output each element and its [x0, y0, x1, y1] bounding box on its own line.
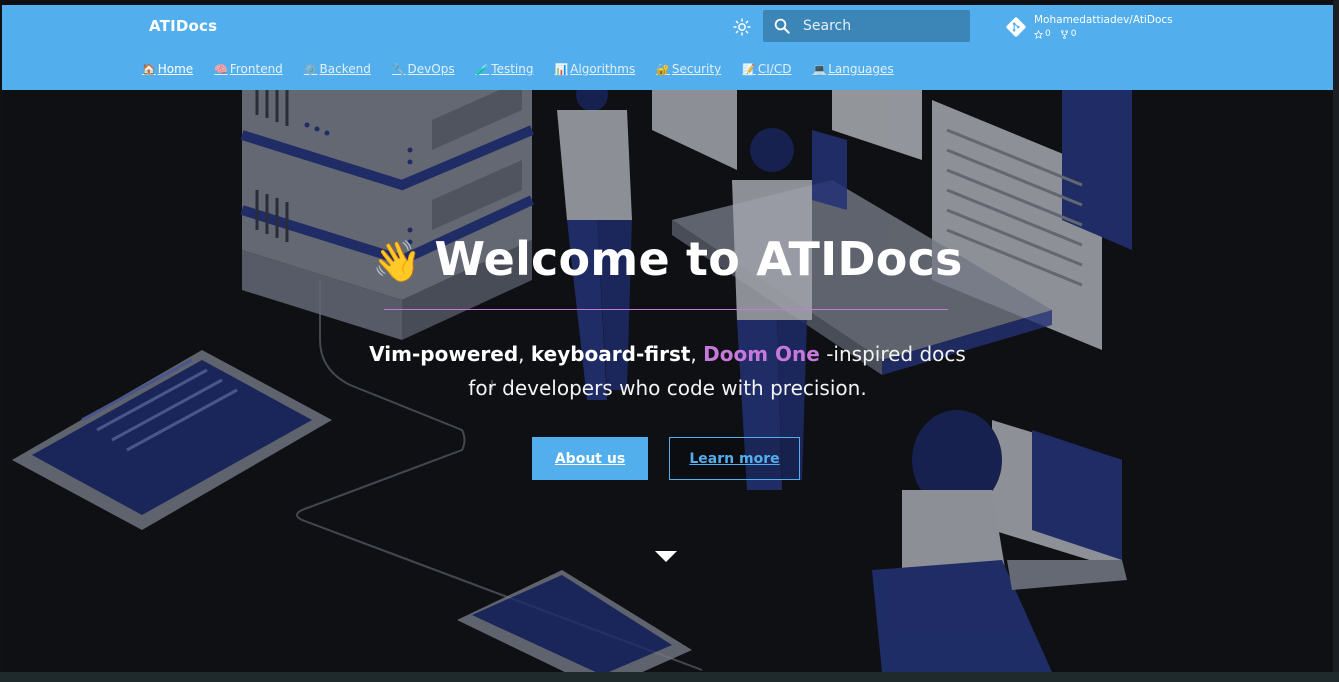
repo-stars: 0: [1034, 28, 1051, 40]
tagline-vim: Vim-powered: [369, 342, 519, 366]
bar-chart-icon: 📊: [554, 63, 569, 76]
tab-devops[interactable]: 🔧 DevOps: [392, 62, 455, 80]
waving-hand-icon: 👋: [372, 239, 423, 285]
tab-security[interactable]: 🔐 Security: [656, 62, 721, 80]
gear-icon: ⚙️: [303, 63, 318, 76]
fork-icon: [1060, 29, 1068, 39]
learn-more-button[interactable]: Learn more: [669, 437, 800, 480]
tab-label: Languages: [828, 62, 894, 76]
theme-toggle-button[interactable]: [731, 16, 753, 38]
hero-tagline: Vim-powered, keyboard-first, Doom One -i…: [2, 337, 1333, 405]
lock-icon: 🔐: [656, 63, 670, 76]
repo-stars-count: 0: [1045, 29, 1051, 39]
repo-name: Mohamedattiadev/AtiDocs: [1034, 14, 1173, 26]
tab-algorithms[interactable]: 📊 Algorithms: [554, 62, 635, 80]
test-tube-icon: 🧪: [475, 63, 490, 76]
tagline-doom-one: Doom One: [703, 342, 820, 366]
tab-label: Security: [671, 62, 722, 76]
sun-icon: [733, 18, 751, 36]
title-divider: [384, 309, 948, 310]
tagline-sep: ,: [518, 342, 531, 366]
tagline-sep: ,: [690, 342, 704, 366]
section-tabs: 🏠 Home 🧠 Frontend ⚙️ Backend 🔧 DevOps 🧪 Testi…: [142, 62, 894, 80]
site-title[interactable]: ATIDocs: [149, 17, 217, 35]
repo-forks-count: 0: [1070, 29, 1077, 39]
repo-forks: 0: [1060, 28, 1077, 40]
tab-label: CI/CD: [757, 62, 792, 76]
search-input[interactable]: [801, 17, 961, 35]
tagline-inspired: -inspired docs: [819, 342, 966, 366]
wrench-icon: 🔧: [391, 63, 406, 76]
tab-backend[interactable]: ⚙️ Backend: [304, 62, 371, 80]
site-header: ATIDocs Search Mohamedattiadev/AtiDocs 0…: [2, 5, 1333, 90]
hero-section: 👋 Welcome to ATIDocs Vim-powered, keyboar…: [2, 90, 1333, 672]
brain-icon: 🧠: [214, 63, 228, 76]
tab-label: DevOps: [407, 62, 455, 76]
hero-title: 👋 Welcome to ATIDocs: [2, 232, 1333, 286]
tab-home[interactable]: 🏠 Home: [142, 62, 193, 80]
tab-label: Home: [157, 62, 194, 76]
tab-cicd[interactable]: 📝 CI/CD: [742, 62, 791, 80]
git-icon: [1006, 17, 1026, 37]
home-icon: 🏠: [142, 63, 156, 76]
repo-link[interactable]: Mohamedattiadev/AtiDocs 0 0: [1005, 14, 1173, 44]
search-icon: [763, 10, 801, 42]
window-right-edge: [1333, 0, 1339, 682]
tab-languages[interactable]: 💻 Languages: [812, 62, 893, 80]
window-bottom-edge: [0, 672, 1339, 682]
memo-icon: 📝: [742, 63, 756, 76]
tab-label: Algorithms: [570, 62, 636, 76]
tab-testing[interactable]: 🧪 Testing: [476, 62, 534, 80]
tab-label: Frontend: [229, 62, 283, 76]
tagline-line2: for developers who code with precision.: [468, 376, 867, 400]
laptop-icon: 💻: [812, 63, 827, 76]
star-icon: [1034, 29, 1043, 39]
search-box[interactable]: [763, 10, 970, 42]
tab-label: Testing: [491, 62, 534, 76]
tagline-keyboard: keyboard-first: [530, 342, 691, 366]
scroll-down-icon[interactable]: [655, 551, 677, 563]
hero-title-text: Welcome to ATIDocs: [434, 232, 963, 286]
tab-frontend[interactable]: 🧠 Frontend: [214, 62, 283, 80]
tab-label: Backend: [319, 62, 371, 76]
about-us-button[interactable]: About us: [532, 437, 648, 480]
